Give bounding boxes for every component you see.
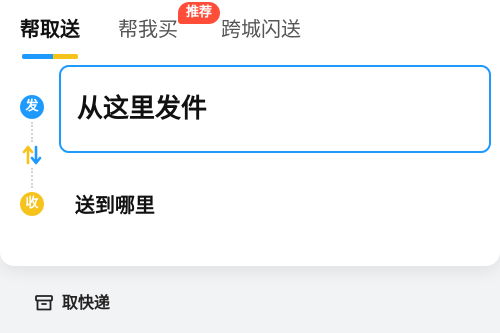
page: 帮取送 帮我买 推荐 跨城闪送 发 收 从这里发件 送到哪里 取快递 [0, 0, 500, 333]
sender-address-text: 从这里发件 [77, 94, 208, 124]
tab-help-me-buy[interactable]: 帮我买 [118, 14, 178, 44]
receiver-address-text: 送到哪里 [75, 193, 155, 217]
sender-address-field[interactable]: 从这里发件 [59, 65, 491, 153]
pickup-package-link[interactable]: 取快递 [34, 290, 110, 316]
receiver-marker: 收 [20, 192, 44, 216]
sender-marker: 发 [20, 95, 44, 119]
swap-icon[interactable] [21, 143, 43, 167]
tab-cross-city-express[interactable]: 跨城闪送 [221, 14, 301, 44]
recommend-badge: 推荐 [178, 2, 221, 24]
receiver-address-field[interactable]: 送到哪里 [59, 182, 491, 226]
tab-label: 帮我买 [118, 17, 178, 41]
connector-line [31, 122, 33, 142]
order-card: 帮取送 帮我买 推荐 跨城闪送 发 收 从这里发件 送到哪里 [0, 0, 500, 266]
active-tab-indicator [22, 54, 78, 59]
tab-label: 帮取送 [20, 17, 80, 41]
package-box-icon [34, 293, 54, 313]
pickup-package-label: 取快递 [62, 293, 111, 312]
connector-line [31, 168, 33, 188]
tab-help-pickup-deliver[interactable]: 帮取送 [20, 14, 80, 59]
tab-label: 跨城闪送 [221, 17, 301, 41]
